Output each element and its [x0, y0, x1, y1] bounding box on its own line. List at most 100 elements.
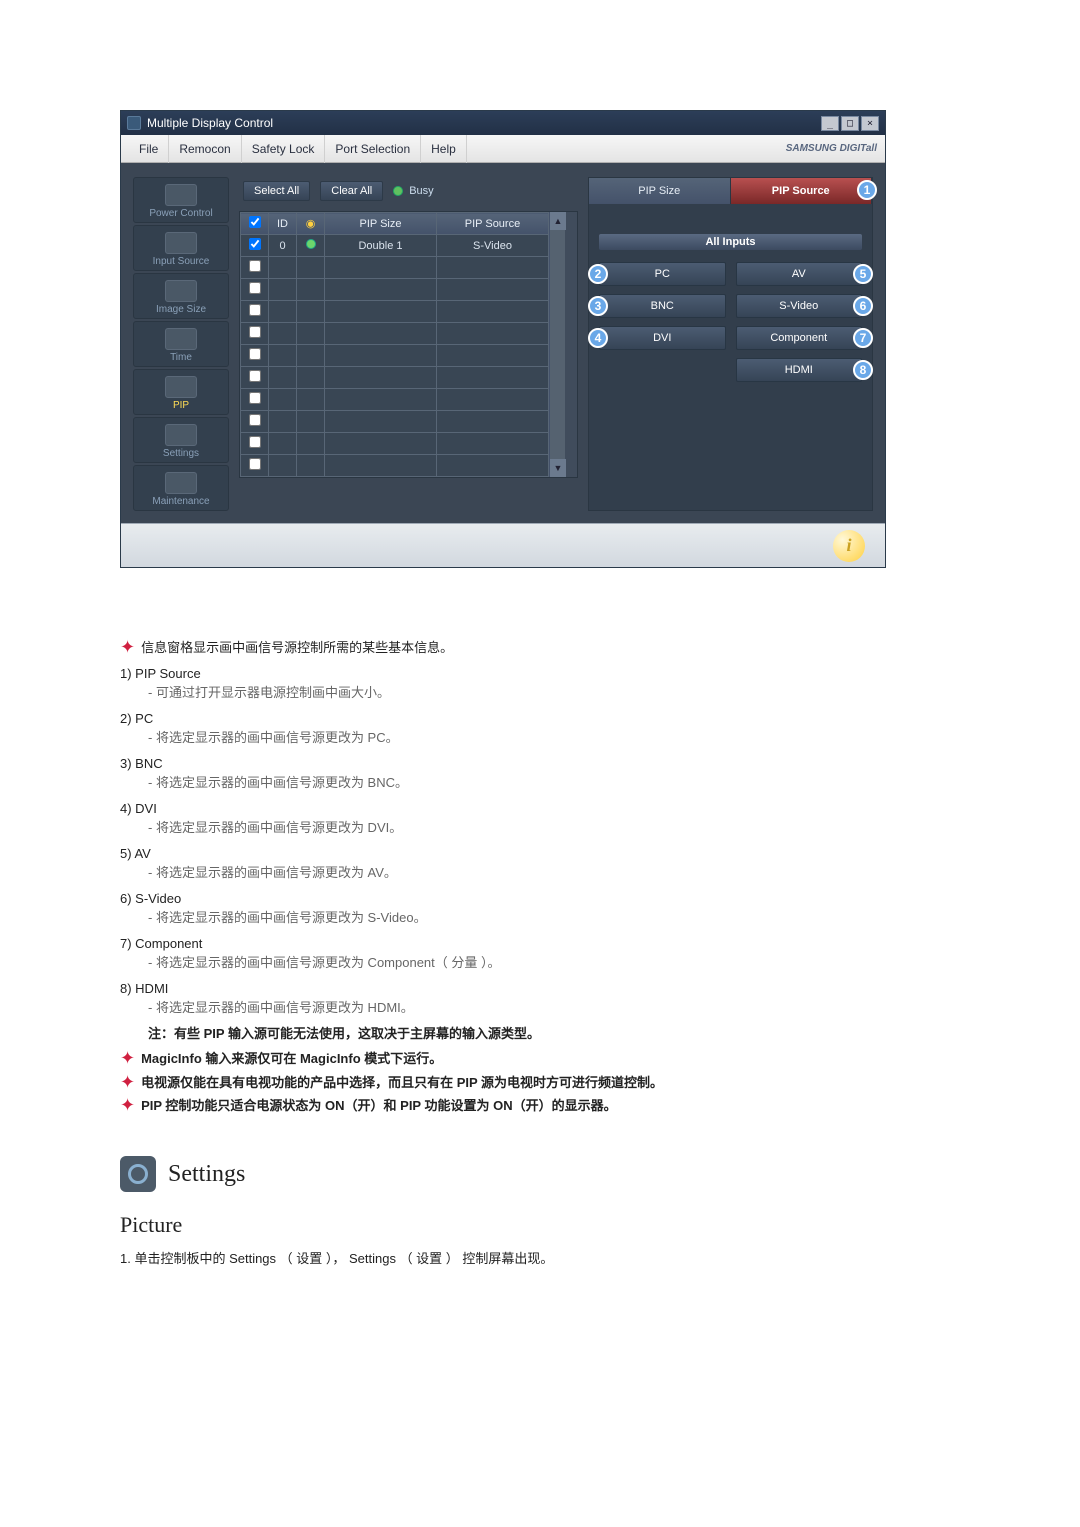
- table-row[interactable]: [241, 367, 549, 389]
- sidebar-item-time[interactable]: Time: [133, 321, 229, 367]
- table-row[interactable]: [241, 345, 549, 367]
- tab-pip-source[interactable]: PIP Source 1: [731, 178, 873, 204]
- time-icon: [165, 328, 197, 350]
- btn-av[interactable]: AV 5: [736, 262, 863, 286]
- display-table-wrap: ID ◉ PIP Size PIP Source 0 Double 1 S-: [239, 211, 578, 478]
- tab-pip-source-label: PIP Source: [772, 185, 830, 197]
- badge-1: 1: [857, 180, 877, 200]
- menu-help[interactable]: Help: [421, 135, 467, 163]
- table-row[interactable]: [241, 433, 549, 455]
- doc-star2: 电视源仅能在具有电视功能的产品中选择，而且只有在 PIP 源为电视时方可进行频道…: [141, 1073, 663, 1093]
- maximize-button[interactable]: □: [841, 116, 859, 131]
- power-icon: [165, 184, 197, 206]
- close-button[interactable]: ×: [861, 116, 879, 131]
- cell-pip-size: Double 1: [325, 235, 437, 257]
- row-check[interactable]: [249, 414, 261, 426]
- doc-star1: MagicInfo 输入来源仅可在 MagicInfo 模式下运行。: [141, 1049, 442, 1069]
- sidebar-item-settings[interactable]: Settings: [133, 417, 229, 463]
- table-row[interactable]: 0 Double 1 S-Video: [241, 235, 549, 257]
- settings-heading: Settings: [168, 1156, 245, 1192]
- btn-hdmi[interactable]: HDMI 8: [736, 358, 863, 382]
- sidebar-item-power-control[interactable]: Power Control: [133, 177, 229, 223]
- row-check[interactable]: [249, 436, 261, 448]
- sidebar-item-input-source[interactable]: Input Source: [133, 225, 229, 271]
- cell-id: 0: [269, 235, 297, 257]
- row-check[interactable]: [249, 326, 261, 338]
- picture-step-1: 1. 单击控制板中的 Settings （ 设置 ）， Settings （ 设…: [120, 1249, 960, 1269]
- col-id: ID: [269, 213, 297, 235]
- table-row[interactable]: [241, 411, 549, 433]
- sidebar-item-label: Image Size: [156, 304, 206, 315]
- row-check[interactable]: [249, 304, 261, 316]
- brand-label: SAMSUNG DIGITall: [786, 143, 877, 154]
- btn-pc[interactable]: 2 PC: [599, 262, 726, 286]
- sidebar-item-pip[interactable]: PIP: [133, 369, 229, 415]
- sidebar-item-label: Time: [170, 352, 192, 363]
- input-icon: [165, 232, 197, 254]
- title-bar: Multiple Display Control _ □ ×: [121, 111, 885, 135]
- badge-8: 8: [853, 360, 873, 380]
- display-table: ID ◉ PIP Size PIP Source 0 Double 1 S-: [240, 212, 549, 477]
- table-row[interactable]: [241, 323, 549, 345]
- btn-component[interactable]: Component 7: [736, 326, 863, 350]
- clear-all-button[interactable]: Clear All: [320, 181, 383, 201]
- busy-dot-icon: [393, 186, 403, 196]
- table-row[interactable]: [241, 279, 549, 301]
- busy-indicator: Busy: [393, 185, 433, 197]
- table-row[interactable]: [241, 455, 549, 477]
- item-7: 7) Component: [120, 934, 960, 954]
- row-check[interactable]: [249, 238, 261, 250]
- scroll-up-icon[interactable]: ▲: [550, 212, 566, 230]
- col-check[interactable]: [241, 213, 269, 235]
- minimize-button[interactable]: _: [821, 116, 839, 131]
- settings-icon: [165, 424, 197, 446]
- row-check[interactable]: [249, 282, 261, 294]
- btn-svideo[interactable]: S-Video 6: [736, 294, 863, 318]
- footer-bar: i: [121, 523, 885, 567]
- row-check[interactable]: [249, 348, 261, 360]
- menu-file[interactable]: File: [129, 135, 169, 163]
- doc-intro: 信息窗格显示画中画信号源控制所需的某些基本信息。: [141, 638, 453, 658]
- badge-5: 5: [853, 264, 873, 284]
- item-2: 2) PC: [120, 709, 960, 729]
- info-icon[interactable]: i: [833, 530, 865, 562]
- all-inputs-header: All Inputs: [599, 234, 862, 250]
- sidebar-item-label: Maintenance: [152, 496, 209, 507]
- doc-body: ✦ 信息窗格显示画中画信号源控制所需的某些基本信息。 1) PIP Source…: [120, 638, 960, 1268]
- star-icon: ✦: [120, 638, 135, 656]
- sidebar-item-image-size[interactable]: Image Size: [133, 273, 229, 319]
- tab-pip-size[interactable]: PIP Size: [589, 178, 731, 204]
- body-area: Power Control Input Source Image Size Ti…: [121, 163, 885, 523]
- sidebar: Power Control Input Source Image Size Ti…: [133, 177, 229, 511]
- busy-label: Busy: [409, 185, 433, 197]
- badge-4: 4: [588, 328, 608, 348]
- btn-label: AV: [792, 268, 806, 280]
- row-check[interactable]: [249, 370, 261, 382]
- cell-pip-source: S-Video: [437, 235, 549, 257]
- table-scrollbar[interactable]: ▲ ▼: [549, 212, 565, 477]
- btn-bnc[interactable]: 3 BNC: [599, 294, 726, 318]
- row-check[interactable]: [249, 260, 261, 272]
- badge-6: 6: [853, 296, 873, 316]
- item-8: 8) HDMI: [120, 979, 960, 999]
- row-check[interactable]: [249, 458, 261, 470]
- center-panel: Select All Clear All Busy ID ◉ PIP Size: [239, 177, 578, 511]
- table-row[interactable]: [241, 389, 549, 411]
- scroll-down-icon[interactable]: ▼: [550, 459, 566, 477]
- app-window: Multiple Display Control _ □ × File Remo…: [120, 110, 886, 568]
- menu-remocon[interactable]: Remocon: [169, 135, 241, 163]
- row-check[interactable]: [249, 392, 261, 404]
- check-all[interactable]: [249, 216, 261, 228]
- table-row[interactable]: [241, 301, 549, 323]
- item-4: 4) DVI: [120, 799, 960, 819]
- sidebar-item-maintenance[interactable]: Maintenance: [133, 465, 229, 511]
- doc-star3: PIP 控制功能只适合电源状态为 ON（开）和 PIP 功能设置为 ON（开）的…: [141, 1096, 617, 1116]
- btn-dvi[interactable]: 4 DVI: [599, 326, 726, 350]
- btn-label: PC: [655, 268, 670, 280]
- menu-safety-lock[interactable]: Safety Lock: [242, 135, 326, 163]
- table-row[interactable]: [241, 257, 549, 279]
- select-all-button[interactable]: Select All: [243, 181, 310, 201]
- menu-port-selection[interactable]: Port Selection: [325, 135, 421, 163]
- btn-label: DVI: [653, 332, 671, 344]
- item-6-desc: - 将选定显示器的画中画信号源更改为 S-Video。: [148, 908, 960, 928]
